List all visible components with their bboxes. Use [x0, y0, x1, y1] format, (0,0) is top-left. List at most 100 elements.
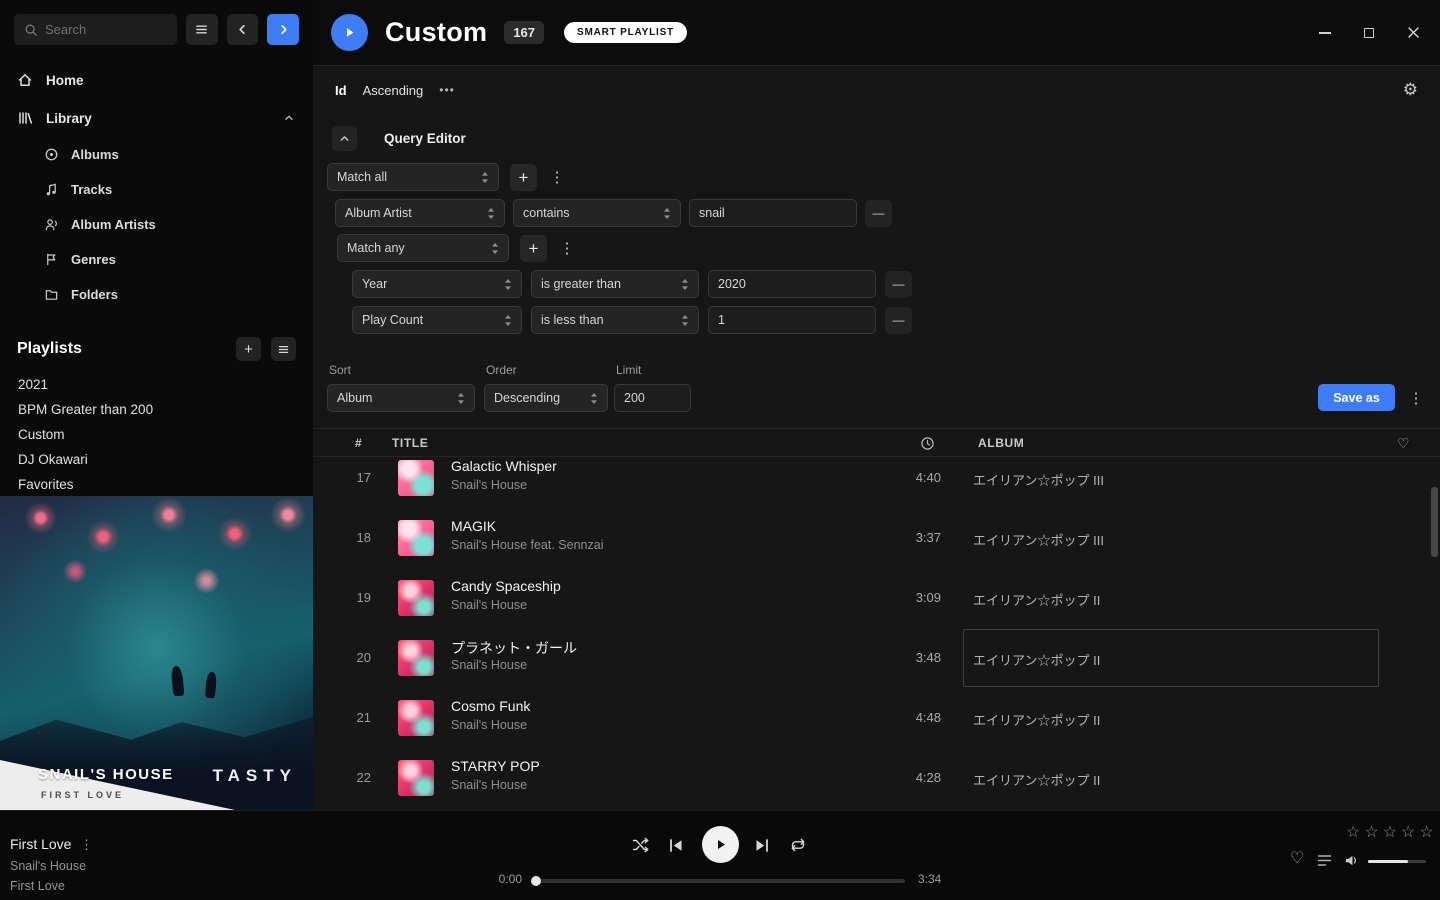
track-album[interactable]: エイリアン☆ポップ II — [973, 710, 1100, 729]
track-album[interactable]: エイリアン☆ポップ III — [973, 530, 1104, 549]
sort-more-button[interactable]: ••• — [439, 83, 455, 97]
seek-knob[interactable] — [531, 876, 541, 886]
sort-select[interactable]: Album — [327, 384, 475, 412]
rule-operator-select[interactable]: contains — [513, 199, 681, 227]
nav-forward-button[interactable] — [267, 14, 299, 45]
rule-field-select[interactable]: Year — [352, 270, 522, 298]
playlist-item[interactable]: BPM Greater than 200 — [0, 397, 313, 422]
player-bar: First Love ⋮ Snail's House First Love 0:… — [0, 810, 1440, 900]
now-playing-artwork[interactable]: SNAIL'S HOUSE FIRST LOVE TASTY — [0, 496, 313, 810]
menu-button[interactable] — [186, 14, 218, 45]
duration-clock-icon[interactable] — [920, 436, 935, 451]
queue-button[interactable] — [1317, 854, 1332, 867]
limit-input[interactable] — [614, 384, 691, 412]
sidebar-item-library[interactable]: Library — [0, 99, 313, 137]
track-album[interactable]: エイリアン☆ポップ III — [973, 470, 1104, 489]
play-playlist-button[interactable] — [331, 14, 368, 51]
table-row[interactable]: 21 Cosmo Funk Snail's House 4:48 エイリアン☆ポ… — [313, 688, 1440, 748]
table-row[interactable]: 22 STARRY POP Snail's House 4:28 エイリアン☆ポ… — [313, 748, 1440, 808]
window-close-button[interactable] — [1398, 18, 1428, 48]
table-row[interactable]: 18 MAGIK Snail's House feat. Sennzai 3:3… — [313, 508, 1440, 568]
match-type-select[interactable]: Match all — [327, 163, 499, 191]
settings-gear-icon[interactable]: ⚙ — [1403, 80, 1418, 100]
now-playing-menu-button[interactable]: ⋮ — [80, 837, 93, 853]
track-artwork — [398, 760, 434, 796]
favorite-heart-button[interactable]: ♡ — [1290, 851, 1304, 867]
search-input[interactable] — [45, 22, 167, 37]
volume-slider[interactable] — [1368, 860, 1426, 863]
search-box[interactable] — [14, 14, 177, 45]
remove-rule-button[interactable]: — — [885, 271, 912, 298]
sort-direction-button[interactable]: Ascending — [363, 83, 424, 98]
track-album[interactable]: エイリアン☆ポップ II — [973, 770, 1100, 789]
query-group-2: Match any + ⋮ — [337, 234, 576, 262]
remove-rule-button[interactable]: — — [865, 200, 892, 227]
play-pause-button[interactable] — [702, 826, 739, 863]
collapse-chevron-icon[interactable] — [282, 111, 296, 125]
volume-button[interactable] — [1344, 853, 1359, 868]
playlist-item[interactable]: Favorites — [0, 472, 313, 497]
track-count-badge: 167 — [504, 21, 544, 44]
table-row[interactable]: 19 Candy Spaceship Snail's House 3:09 エイ… — [313, 568, 1440, 628]
rule-field-select[interactable]: Play Count — [352, 306, 522, 334]
rule-value-input[interactable] — [708, 270, 876, 298]
playlist-item[interactable]: DJ Okawari — [0, 447, 313, 472]
order-select[interactable]: Descending — [484, 384, 608, 412]
track-artwork — [398, 700, 434, 736]
repeat-button[interactable] — [789, 837, 807, 853]
table-row[interactable]: 20 プラネット・ガール Snail's House 3:48 エイリアン☆ポッ… — [313, 628, 1440, 688]
sidebar-item-genres[interactable]: Genres — [0, 242, 313, 277]
select-arrows-icon — [491, 242, 499, 255]
star-icon[interactable]: ☆ — [1364, 822, 1378, 842]
add-rule-button[interactable]: + — [520, 235, 547, 262]
sidebar-item-folders[interactable]: Folders — [0, 277, 313, 312]
sidebar-item-album-artists[interactable]: Album Artists — [0, 207, 313, 242]
sidebar-item-tracks[interactable]: Tracks — [0, 172, 313, 207]
select-arrows-icon — [504, 278, 512, 291]
kebab-icon: ⋮ — [1409, 390, 1424, 407]
add-rule-button[interactable]: + — [510, 164, 537, 191]
column-title[interactable]: TITLE — [392, 429, 428, 457]
track-album[interactable]: エイリアン☆ポップ II — [973, 590, 1100, 609]
rule-value-input[interactable] — [708, 306, 876, 334]
nav-back-button[interactable] — [227, 14, 259, 45]
seek-bar[interactable] — [535, 879, 905, 883]
star-icon[interactable]: ☆ — [1346, 822, 1360, 842]
remove-rule-button[interactable]: — — [885, 307, 912, 334]
table-row[interactable]: 17 Galactic Whisper Snail's House 4:40 エ… — [313, 457, 1440, 508]
sidebar-item-home[interactable]: Home — [0, 61, 313, 99]
window-minimize-button[interactable] — [1310, 18, 1340, 48]
star-icon[interactable]: ☆ — [1419, 822, 1433, 842]
playlist-item[interactable]: 2021 — [0, 372, 313, 397]
save-menu-button[interactable]: ⋮ — [1407, 389, 1425, 407]
playlist-list-options-button[interactable] — [271, 337, 296, 361]
playlist-item[interactable]: Custom — [0, 422, 313, 447]
scrollbar-thumb[interactable] — [1431, 487, 1438, 557]
track-duration: 3:09 — [869, 590, 941, 605]
track-artist: Snail's House — [451, 658, 527, 672]
star-icon[interactable]: ☆ — [1401, 822, 1415, 842]
rule-operator-select[interactable]: is greater than — [531, 270, 699, 298]
star-icon[interactable]: ☆ — [1383, 822, 1397, 842]
column-number[interactable]: # — [355, 429, 362, 457]
kebab-icon: ⋮ — [560, 240, 575, 257]
rule-operator-select[interactable]: is less than — [531, 306, 699, 334]
shuffle-button[interactable] — [632, 837, 650, 853]
match-type-select[interactable]: Match any — [337, 234, 509, 262]
column-favorite-heart-icon[interactable]: ♡ — [1397, 429, 1410, 457]
next-track-button[interactable] — [755, 839, 769, 852]
rule-value-input[interactable] — [689, 199, 857, 227]
add-playlist-button[interactable]: + — [236, 337, 261, 361]
sort-field-button[interactable]: Id — [335, 83, 347, 98]
track-album[interactable]: エイリアン☆ポップ II — [973, 650, 1100, 669]
window-maximize-button[interactable] — [1354, 18, 1384, 48]
column-album[interactable]: ALBUM — [978, 429, 1024, 457]
save-as-button[interactable]: Save as — [1318, 384, 1395, 411]
group-menu-button[interactable]: ⋮ — [548, 168, 566, 186]
group-menu-button[interactable]: ⋮ — [558, 239, 576, 257]
nav-label: Genres — [71, 252, 116, 267]
sidebar-item-albums[interactable]: Albums — [0, 137, 313, 172]
rule-field-select[interactable]: Album Artist — [335, 199, 505, 227]
previous-track-button[interactable] — [669, 839, 683, 852]
query-editor-collapse-button[interactable] — [332, 126, 357, 151]
